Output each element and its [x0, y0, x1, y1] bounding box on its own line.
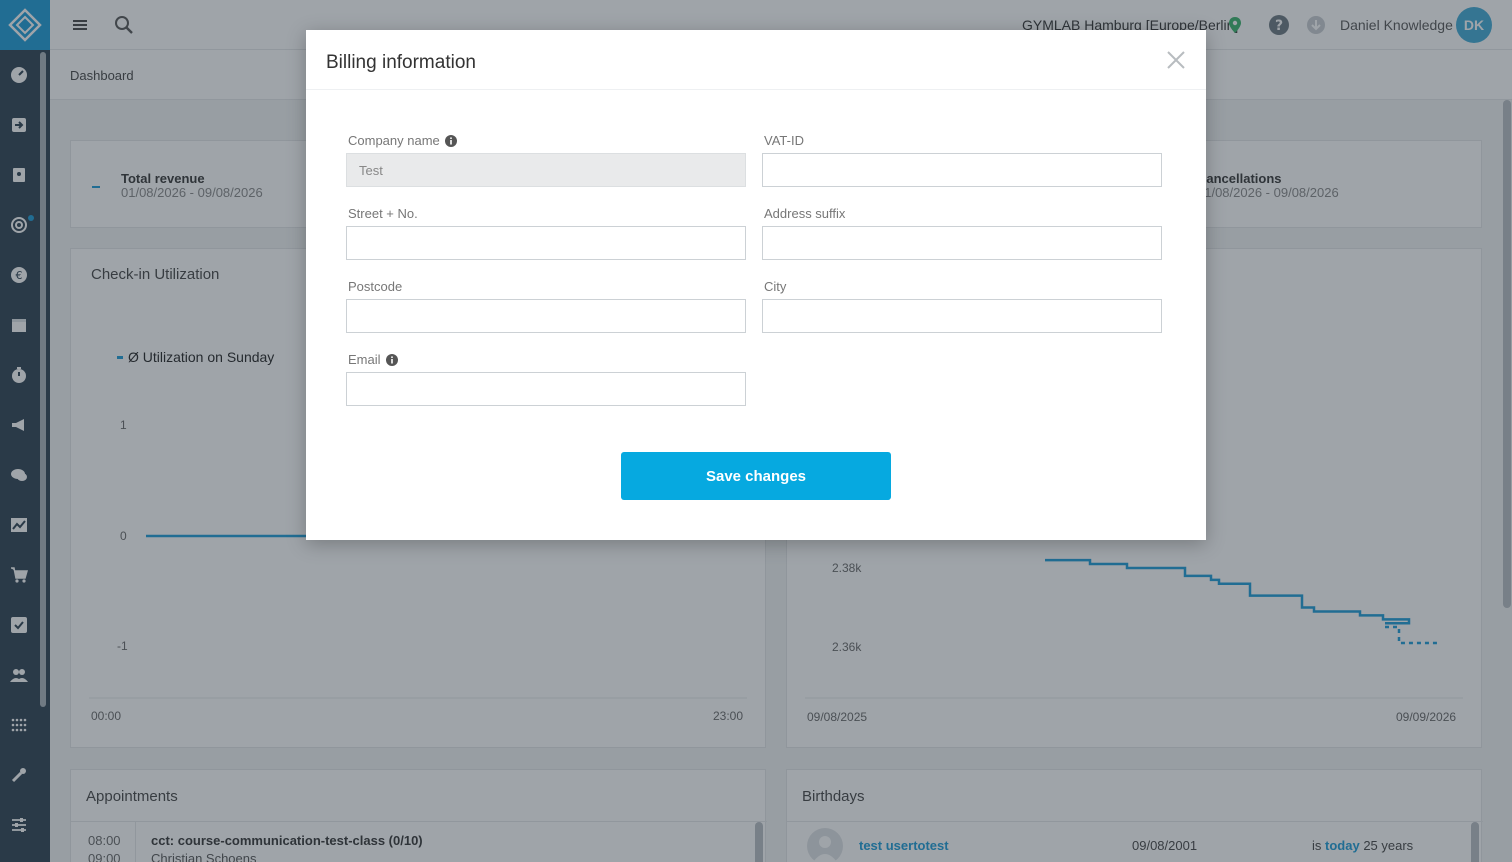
- postcode-field[interactable]: [346, 299, 746, 333]
- city-label: City: [764, 279, 787, 294]
- street-field[interactable]: [346, 226, 746, 260]
- modal-title: Billing information: [326, 52, 476, 73]
- company-name-label-text: Company name: [348, 133, 440, 148]
- vat-id-label: VAT-ID: [764, 133, 804, 148]
- email-field[interactable]: [346, 372, 746, 406]
- info-icon[interactable]: [385, 353, 398, 366]
- email-label: Email: [348, 352, 398, 367]
- company-name-label: Company name: [348, 133, 457, 148]
- vat-id-field[interactable]: [762, 153, 1162, 187]
- city-field[interactable]: [762, 299, 1162, 333]
- email-label-text: Email: [348, 352, 381, 367]
- billing-modal: Billing information Company name VAT-ID …: [306, 30, 1206, 540]
- street-label: Street + No.: [348, 206, 418, 221]
- address-suffix-field[interactable]: [762, 226, 1162, 260]
- modal-header: Billing information: [306, 30, 1206, 90]
- company-name-field[interactable]: [346, 153, 746, 187]
- postcode-label: Postcode: [348, 279, 403, 294]
- address-suffix-label: Address suffix: [764, 206, 846, 221]
- save-changes-button[interactable]: Save changes: [621, 452, 891, 500]
- close-icon[interactable]: [1164, 48, 1188, 72]
- info-icon[interactable]: [444, 134, 457, 147]
